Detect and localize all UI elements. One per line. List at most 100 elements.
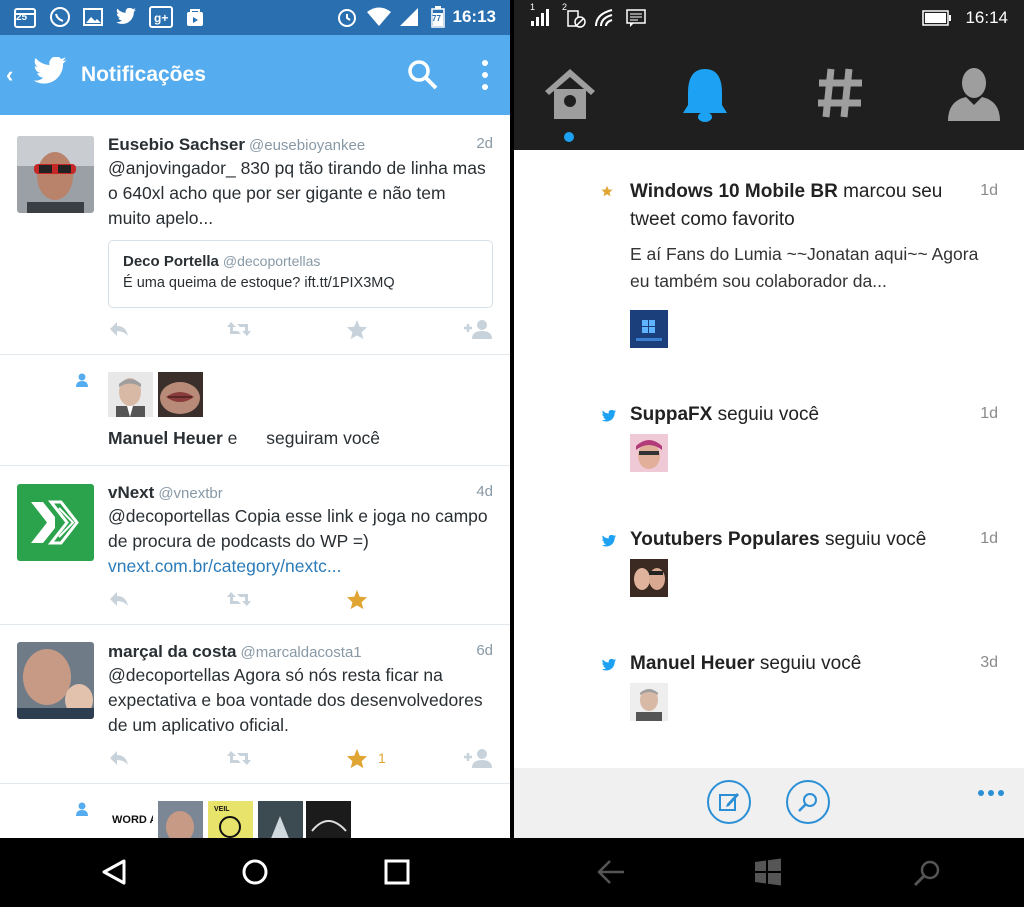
tweet-item[interactable]: marçal da costa @marcaldacosta1 6d @decop… — [0, 625, 510, 784]
follow-connector: e — [227, 428, 238, 448]
home-circle-icon[interactable] — [241, 858, 269, 891]
tweet-author[interactable]: marçal da costa @marcaldacosta1 — [108, 642, 362, 662]
wp-notification-list: Windows 10 Mobile BR marcou seu tweet co… — [514, 150, 1024, 768]
profile-icon[interactable] — [946, 65, 1002, 126]
back-triangle-icon[interactable] — [100, 858, 128, 891]
notification-text: Manuel Heuer seguiu você — [630, 650, 970, 678]
avatar[interactable] — [158, 801, 203, 838]
tweet-item[interactable]: vNext @vnextbr 4d @decoportellas Copia es… — [0, 466, 510, 625]
follow-summary: Manuel Heuer e seguiram você — [108, 428, 380, 449]
quote-text: É uma queima de estoque? ift.tt/1PIX3MQ — [123, 275, 395, 291]
quote-author-name: Deco Portella — [123, 253, 219, 270]
actor-name[interactable]: SuppaFX — [630, 404, 712, 425]
avatar[interactable] — [17, 136, 94, 213]
author-name: Eusebio Sachser — [108, 135, 246, 154]
avatar[interactable]: VEIL — [208, 801, 253, 838]
battery-level: 77 — [432, 14, 441, 23]
avatar[interactable] — [630, 559, 668, 597]
follower-name[interactable]: Manuel Heuer — [108, 428, 223, 448]
author-handle: @eusebioyankee — [249, 137, 366, 154]
action-text: seguiu você — [759, 653, 862, 674]
actor-name[interactable]: Youtubers Populares — [630, 529, 820, 550]
svg-text:g+: g+ — [154, 11, 168, 25]
status-time: 16:14 — [965, 8, 1008, 27]
notifications-bell-icon[interactable] — [682, 65, 728, 128]
tweet-actions: 1 — [108, 747, 493, 769]
search-icon[interactable] — [912, 858, 942, 893]
tweet-actions — [108, 318, 493, 340]
home-birdhouse-icon[interactable] — [541, 65, 599, 126]
avatar[interactable] — [630, 683, 668, 721]
avatar[interactable] — [258, 801, 303, 838]
favorite-star-icon[interactable] — [346, 318, 368, 340]
notification-text: Windows 10 Mobile BR marcou seu tweet co… — [630, 178, 970, 234]
favorite-star-icon[interactable]: 1 — [346, 747, 386, 769]
twitter-logo-icon — [32, 56, 68, 92]
follow-suffix: seguiram você — [266, 428, 381, 448]
avatar[interactable] — [108, 372, 153, 417]
reply-icon[interactable] — [108, 588, 130, 610]
overflow-menu-icon[interactable] — [478, 57, 492, 93]
notification-time: 1d — [980, 530, 998, 547]
tweet-item[interactable]: Eusebio Sachser @eusebioyankee 2d @anjovi… — [0, 115, 510, 355]
avatar[interactable]: WORD ALIVE — [108, 801, 153, 838]
avatar[interactable] — [17, 484, 94, 561]
actor-name[interactable]: Windows 10 Mobile BR — [630, 181, 838, 202]
gallery-icon — [82, 6, 104, 28]
wp-notification-item[interactable]: SuppaFX seguiu você 1d — [514, 400, 1024, 480]
follow-user-icon[interactable] — [462, 318, 494, 340]
notification-time: 3d — [980, 654, 998, 671]
shopping-bag-icon — [184, 6, 206, 28]
action-text: seguiu você — [717, 404, 820, 425]
follow-user-icon[interactable] — [462, 747, 494, 769]
tweet-author[interactable]: Eusebio Sachser @eusebioyankee — [108, 135, 365, 155]
retweet-icon[interactable] — [226, 588, 252, 610]
wp-notification-item[interactable]: Windows 10 Mobile BR marcou seu tweet co… — [514, 176, 1024, 366]
message-icon — [626, 9, 646, 32]
reply-icon[interactable] — [108, 747, 130, 769]
wp-navigation-bar — [514, 838, 1024, 907]
recent-apps-icon[interactable] — [383, 858, 411, 891]
wp-notification-item[interactable]: Youtubers Populares seguiu você 1d — [514, 525, 1024, 605]
notification-time: 1d — [980, 182, 998, 199]
follow-notification-item[interactable]: Manuel Heuer e seguiram você — [0, 355, 510, 466]
back-arrow-icon[interactable] — [596, 858, 626, 891]
favorite-star-icon[interactable] — [346, 588, 368, 610]
twitter-bird-icon — [114, 6, 138, 28]
avatar[interactable] — [630, 434, 668, 472]
tweet-body: @decoportellas Copia esse link e joga no… — [108, 506, 488, 551]
hashtag-icon[interactable] — [816, 65, 864, 126]
wp-notification-item[interactable]: Manuel Heuer seguiu você 3d — [514, 649, 1024, 729]
retweet-icon[interactable] — [226, 747, 252, 769]
reply-icon[interactable] — [108, 318, 130, 340]
tweet-image-thumbnail[interactable] — [630, 310, 668, 348]
avatar[interactable] — [306, 801, 351, 838]
compose-tweet-button[interactable] — [707, 780, 751, 824]
tweet-text: @decoportellas Copia esse link e joga no… — [108, 504, 488, 579]
follow-notification-item[interactable]: WORD ALIVE VEIL — [0, 784, 510, 838]
search-button[interactable] — [786, 780, 830, 824]
avatar[interactable] — [158, 372, 203, 417]
tweet-author[interactable]: vNext @vnextbr — [108, 483, 223, 503]
cell-signal-icon — [398, 6, 420, 28]
windows-logo-icon[interactable] — [754, 858, 782, 891]
person-icon — [75, 802, 89, 821]
quoted-tweet[interactable]: Deco Portella @decoportellas É uma queima… — [108, 240, 493, 308]
search-icon[interactable] — [405, 57, 439, 96]
tweet-actions — [108, 588, 493, 610]
avatar[interactable] — [17, 642, 94, 719]
notification-text: Youtubers Populares seguiu você — [630, 526, 990, 554]
whatsapp-icon — [48, 6, 72, 28]
actor-name[interactable]: Manuel Heuer — [630, 653, 755, 674]
notification-time: 1d — [980, 405, 998, 422]
calendar-day: 25 — [16, 12, 28, 23]
retweet-icon[interactable] — [226, 318, 252, 340]
google-plus-icon: g+ — [148, 6, 174, 28]
compose-icon — [719, 793, 739, 811]
back-icon[interactable]: ‹ — [6, 62, 13, 88]
thumb-text: VEIL — [214, 806, 230, 813]
wp-app-bar — [514, 768, 1024, 838]
twitter-bird-icon — [601, 409, 617, 428]
more-options-icon[interactable] — [978, 790, 1004, 796]
tweet-link[interactable]: vnext.com.br/category/nextc... — [108, 556, 341, 576]
